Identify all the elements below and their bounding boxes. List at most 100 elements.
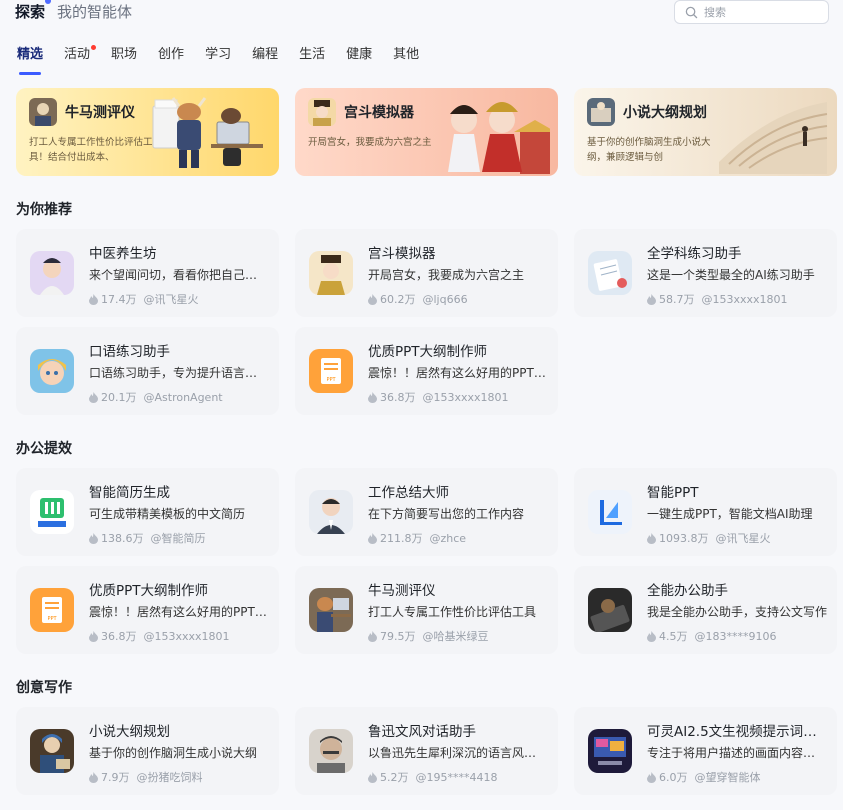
view-count: 1093.8万 [659, 532, 709, 545]
author-name[interactable]: @ljq666 [423, 293, 468, 306]
agent-title: 宫斗模拟器 [368, 246, 436, 262]
search-input[interactable] [704, 5, 814, 19]
banner-description: 打工人专属工作性价比评估工具！结合付出成本、 [29, 137, 153, 163]
avatar [309, 490, 353, 534]
agent-title: 智能PPT [647, 485, 699, 501]
view-count: 79.5万 [380, 630, 416, 643]
author-name[interactable]: @AstronAgent [144, 391, 223, 404]
agent-title: 全学科练习助手 [647, 246, 742, 262]
agent-card[interactable]: 工作总结大师 在下方简要写出您的工作内容 211.8万 @zhce [295, 468, 558, 556]
agent-description: 基于你的创作脑洞生成小说大纲 [89, 746, 258, 760]
search-box[interactable] [674, 0, 829, 24]
category-other[interactable]: 其他 [393, 46, 419, 68]
author-name[interactable]: @智能简历 [151, 530, 206, 546]
agent-card[interactable]: PPT 优质PPT大纲制作师 震惊！！居然有这么好用的PPT大纲 36.8万 @… [295, 327, 558, 415]
section-title-recommended: 为你推荐 [16, 202, 72, 218]
agent-card[interactable]: 牛马测评仪 打工人专属工作性价比评估工具 79.5万 @哈基米绿豆 [295, 566, 558, 654]
avatar [309, 588, 353, 632]
banner-description: 开局宫女，我要成为六宫之主 [308, 137, 432, 148]
avatar [30, 349, 74, 393]
fire-icon [89, 391, 98, 403]
banner-palace[interactable]: 宫斗模拟器 开局宫女，我要成为六宫之主 [295, 88, 558, 176]
agent-meta: 6.0万 @望穿智能体 [647, 769, 761, 785]
author-name[interactable]: @zhce [430, 532, 467, 545]
banner-novel-outline[interactable]: 小说大纲规划 基于你的创作脑洞生成小说大纲，兼顾逻辑与创 [574, 88, 837, 176]
category-featured[interactable]: 精选 [17, 46, 43, 75]
author-name[interactable]: @153xxxx1801 [702, 293, 788, 306]
agent-meta: 36.8万 @153xxxx1801 [368, 389, 509, 405]
agent-card[interactable]: 可灵AI2.5文生视频提示词专家 专注于将用户描述的画面内容转化为提示词 6.0… [574, 707, 837, 795]
category-events[interactable]: 活动 [64, 45, 97, 68]
view-count: 60.2万 [380, 293, 416, 306]
svg-text:PPT: PPT [47, 616, 57, 622]
agent-card[interactable]: 鲁迅文风对话助手 以鲁迅先生犀利深沉的语言风格对话 5.2万 @195****4… [295, 707, 558, 795]
category-coding[interactable]: 编程 [252, 46, 278, 68]
author-name[interactable]: @183****9106 [695, 630, 777, 643]
avatar [588, 588, 632, 632]
book-pages-illustration [719, 102, 828, 174]
author-name[interactable]: @讯飞星火 [144, 291, 199, 307]
agent-card[interactable]: 中医养生坊 来个望闻问切，看看你把自己养成什么样了 17.4万 @讯飞星火 [16, 229, 279, 317]
banner-icon [308, 98, 336, 126]
category-label: 生活 [299, 47, 326, 62]
agent-card[interactable]: 口语练习助手 口语练习助手，专为提升语言能力打造 20.1万 @AstronAg… [16, 327, 279, 415]
author-name[interactable]: @讯飞星火 [716, 530, 771, 546]
section-title-office: 办公提效 [16, 441, 72, 457]
category-tabs: 精选 活动 职场 创作 学习 编程 生活 健康 其他 [17, 45, 419, 75]
agent-title: 工作总结大师 [368, 485, 449, 501]
avatar [30, 490, 74, 534]
author-name[interactable]: @扮猪吃饲料 [137, 769, 203, 785]
section-title-creative-writing: 创意写作 [16, 680, 72, 696]
fire-icon [89, 293, 98, 305]
new-badge-dot [91, 45, 97, 50]
tab-explore[interactable]: 探索 [15, 0, 52, 22]
author-name[interactable]: @195****4418 [416, 771, 498, 784]
category-workplace[interactable]: 职场 [111, 46, 137, 68]
agent-title: 鲁迅文风对话助手 [368, 724, 476, 740]
view-count: 36.8万 [380, 391, 416, 404]
author-name[interactable]: @153xxxx1801 [144, 630, 230, 643]
agent-title: 优质PPT大纲制作师 [368, 344, 488, 360]
agent-description: 口语练习助手，专为提升语言能力打造 [89, 366, 269, 380]
author-name[interactable]: @哈基米绿豆 [423, 628, 489, 644]
agent-meta: 79.5万 @哈基米绿豆 [368, 628, 489, 644]
view-count: 20.1万 [101, 391, 137, 404]
fire-icon [89, 630, 98, 642]
agent-card[interactable]: 小说大纲规划 基于你的创作脑洞生成小说大纲 7.9万 @扮猪吃饲料 [16, 707, 279, 795]
fire-icon [368, 293, 377, 305]
fire-icon [647, 771, 656, 783]
category-health[interactable]: 健康 [346, 46, 372, 68]
agent-card[interactable]: 全能办公助手 我是全能办公助手，支持公文写作 4.5万 @183****9106 [574, 566, 837, 654]
fire-icon [368, 630, 377, 642]
banner-niuma[interactable]: 牛马测评仪 打工人专属工作性价比评估工具！结合付出成本、 [16, 88, 279, 176]
avatar [588, 251, 632, 295]
avatar [588, 490, 632, 534]
category-label: 学习 [205, 47, 232, 62]
view-count: 58.7万 [659, 293, 695, 306]
palace-characters-illustration [448, 102, 550, 174]
fire-icon [647, 630, 656, 642]
agent-meta: 20.1万 @AstronAgent [89, 389, 223, 405]
agent-card[interactable]: 宫斗模拟器 开局宫女，我要成为六宫之主 60.2万 @ljq666 [295, 229, 558, 317]
agent-title: 优质PPT大纲制作师 [89, 583, 209, 599]
agent-card[interactable]: 智能简历生成 可生成带精美模板的中文简历 138.6万 @智能简历 [16, 468, 279, 556]
agent-description: 震惊！！居然有这么好用的PPT大纲 [368, 366, 548, 380]
view-count: 4.5万 [659, 630, 688, 643]
agent-description: 开局宫女，我要成为六宫之主 [368, 268, 525, 282]
author-name[interactable]: @望穿智能体 [695, 769, 761, 785]
tab-my-agents[interactable]: 我的智能体 [57, 2, 132, 22]
banner-icon [29, 98, 57, 126]
view-count: 7.9万 [101, 771, 130, 784]
category-study[interactable]: 学习 [205, 46, 231, 68]
agent-card[interactable]: PPT 优质PPT大纲制作师 震惊！！居然有这么好用的PPT大纲 36.8万 @… [16, 566, 279, 654]
agent-description: 可生成带精美模板的中文简历 [89, 507, 246, 521]
avatar: PPT [30, 588, 74, 632]
agent-card[interactable]: 智能PPT 一键生成PPT，智能文档AI助理 1093.8万 @讯飞星火 [574, 468, 837, 556]
agent-card[interactable]: 全学科练习助手 这是一个类型最全的AI练习助手 58.7万 @153xxxx18… [574, 229, 837, 317]
agent-meta: 138.6万 @智能简历 [89, 530, 206, 546]
agent-meta: 7.9万 @扮猪吃饲料 [89, 769, 203, 785]
category-creation[interactable]: 创作 [158, 46, 184, 68]
category-life[interactable]: 生活 [299, 46, 325, 68]
author-name[interactable]: @153xxxx1801 [423, 391, 509, 404]
banner-title: 小说大纲规划 [623, 105, 707, 121]
